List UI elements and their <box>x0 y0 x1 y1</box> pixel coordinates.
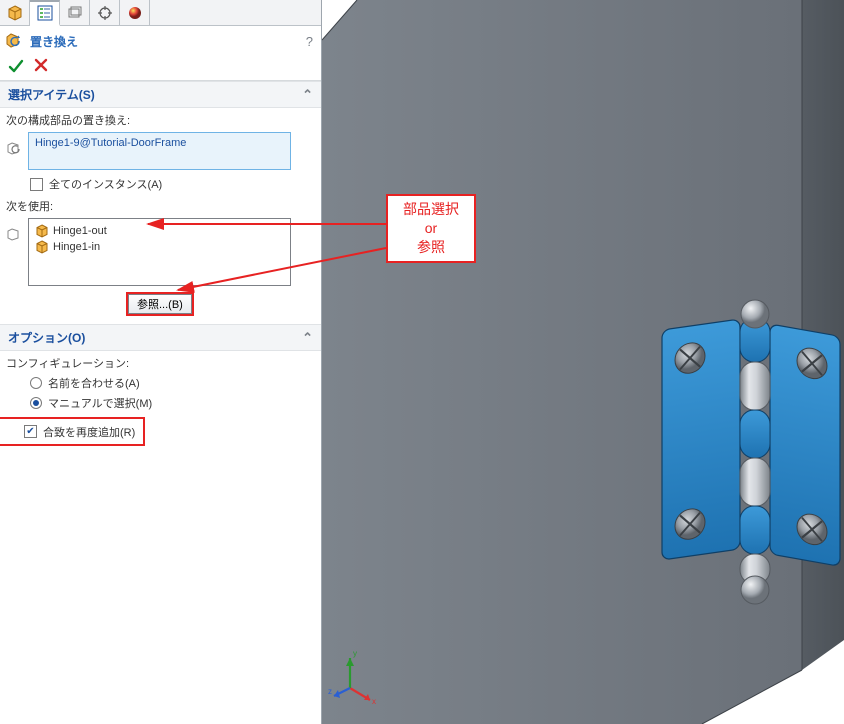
replace-component-icon <box>7 141 23 157</box>
replacement-list[interactable]: Hinge1-out Hinge1-in <box>28 218 291 286</box>
collapse-icon[interactable]: ⌃ <box>302 87 313 103</box>
annotation-line3: 参照 <box>394 238 468 257</box>
tab-display-manager[interactable] <box>120 0 150 26</box>
readd-mates-label: 合致を再度追加(R) <box>43 424 135 440</box>
radio-manual-select-label: マニュアルで選択(M) <box>48 395 152 411</box>
tab-configuration-manager[interactable] <box>60 0 90 26</box>
layers-icon <box>67 5 83 21</box>
sphere-icon <box>127 5 143 21</box>
cube-icon <box>7 5 23 21</box>
readd-mates-checkbox[interactable]: ✔ 合致を再度追加(R) <box>2 422 141 442</box>
list-item-label: Hinge1-out <box>53 225 107 237</box>
command-header: 置き換え ? <box>0 26 321 54</box>
collapse-icon[interactable]: ⌃ <box>302 330 313 346</box>
list-item-label: Hinge1-in <box>53 241 100 253</box>
radio-match-name[interactable]: 名前を合わせる(A) <box>0 373 321 393</box>
part-icon <box>7 227 23 243</box>
section-options: オプション(O) ⌃ コンフィギュレーション: 名前を合わせる(A) マニュアル… <box>0 324 321 444</box>
browse-button[interactable]: 参照...(B) <box>128 294 192 314</box>
component-to-replace-field[interactable]: Hinge1-9@Tutorial-DoorFrame <box>28 132 291 170</box>
svg-text:x: x <box>372 697 376 706</box>
annotation-callout: 部品選択 or 参照 <box>386 194 476 263</box>
annotation-line2: or <box>394 219 468 238</box>
radio-match-name-label: 名前を合わせる(A) <box>48 375 140 391</box>
tab-dimxpert[interactable] <box>90 0 120 26</box>
replace-icon <box>6 32 24 50</box>
all-instances-label: 全てのインスタンス(A) <box>49 176 162 192</box>
configuration-label: コンフィギュレーション: <box>0 351 321 373</box>
radio-manual-select[interactable]: マニュアルで選択(M) <box>0 393 321 413</box>
help-icon[interactable]: ? <box>306 34 313 49</box>
readd-mates-highlight: ✔ 合致を再度追加(R) <box>0 419 143 444</box>
section-header-select[interactable]: 選択アイテム(S) ⌃ <box>0 81 321 108</box>
list-item[interactable]: Hinge1-out <box>33 223 286 239</box>
section-select-items: 選択アイテム(S) ⌃ 次の構成部品の置き換え: Hinge1-9@Tutori… <box>0 81 321 324</box>
app-root: 置き換え ? 選択アイテム(S) ⌃ 次の構成部品の置き換え: <box>0 0 844 724</box>
radio-icon <box>30 377 42 389</box>
list-item[interactable]: Hinge1-in <box>33 239 286 255</box>
annotation-line1: 部品選択 <box>394 200 468 219</box>
confirm-row <box>0 54 321 80</box>
selected-component-value: Hinge1-9@Tutorial-DoorFrame <box>35 137 186 149</box>
checkbox-icon <box>30 178 43 191</box>
radio-icon <box>30 397 42 409</box>
target-icon <box>97 5 113 21</box>
part-cube-icon <box>35 240 49 254</box>
section-header-options[interactable]: オプション(O) ⌃ <box>0 324 321 351</box>
command-title: 置き換え <box>30 33 78 50</box>
section-header-options-label: オプション(O) <box>8 329 85 346</box>
tab-property-manager[interactable] <box>30 0 60 26</box>
use-label: 次を使用: <box>0 194 321 216</box>
replace-label: 次の構成部品の置き換え: <box>0 108 321 130</box>
list-icon <box>37 5 53 21</box>
browse-button-label: 参照...(B) <box>137 296 183 312</box>
part-cube-icon <box>35 224 49 238</box>
model-render <box>322 0 844 724</box>
property-manager-panel: 置き換え ? 選択アイテム(S) ⌃ 次の構成部品の置き換え: <box>0 0 322 724</box>
section-header-select-label: 選択アイテム(S) <box>8 86 95 103</box>
cancel-button[interactable] <box>34 58 48 72</box>
checkbox-icon: ✔ <box>24 425 37 438</box>
tab-feature-manager[interactable] <box>0 0 30 26</box>
view-triad: x y z <box>328 646 388 706</box>
graphics-viewport[interactable]: x y z <box>322 0 844 724</box>
panel-tab-bar <box>0 0 321 26</box>
svg-text:y: y <box>353 649 357 658</box>
all-instances-checkbox[interactable]: 全てのインスタンス(A) <box>0 174 321 194</box>
ok-button[interactable] <box>8 58 24 74</box>
svg-text:z: z <box>328 687 332 696</box>
